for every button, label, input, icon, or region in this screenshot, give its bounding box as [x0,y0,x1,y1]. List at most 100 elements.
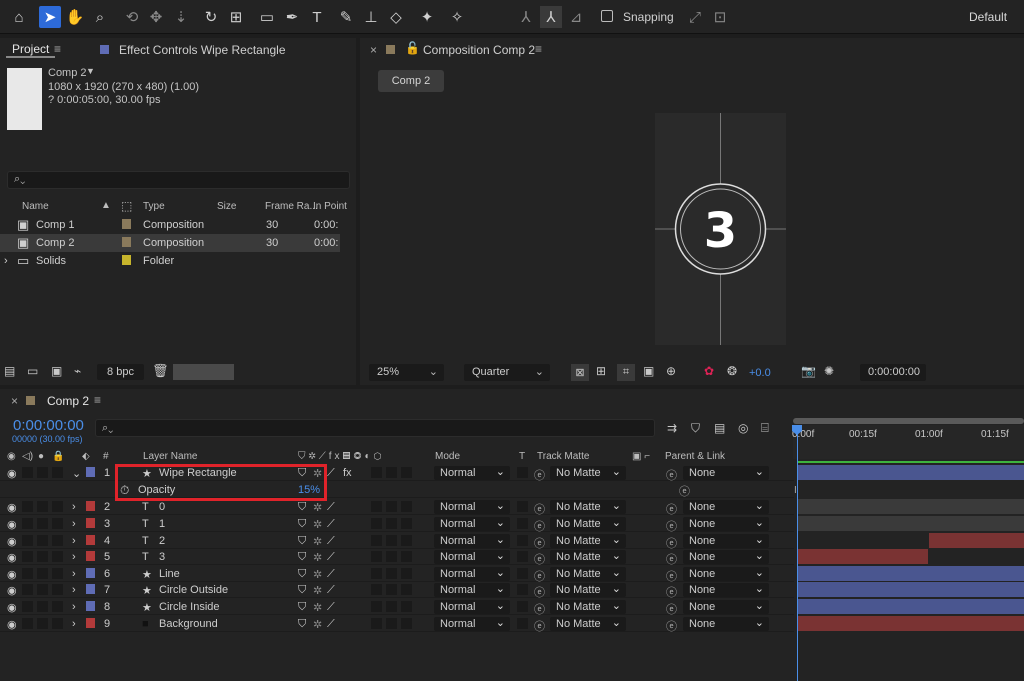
region-of-interest-icon[interactable]: ⌗ [617,364,635,381]
project-item[interactable]: ▣ Comp 1 Composition 30 0:00: [0,216,340,234]
layer-label-color[interactable] [86,601,95,611]
new-composition-icon[interactable]: ▣ [51,364,62,378]
lock-toggle[interactable] [52,568,63,579]
snap-features-icon[interactable]: ⊡ [709,6,731,28]
parent-pickwhip-icon[interactable]: ⓔ [666,467,677,483]
track-matte-dropdown[interactable]: No Matte ⌄ [550,517,626,531]
layer-label-color[interactable] [86,568,95,578]
close-tab-icon[interactable]: × [11,394,18,408]
new-folder-icon[interactable]: ▭ [27,364,38,378]
home-icon[interactable]: ⌂ [8,6,30,28]
preserve-transparency-box[interactable] [517,551,528,562]
shy-switch-icon[interactable]: ⛉ [298,501,306,514]
parent-dropdown[interactable]: None ⌄ [683,617,769,631]
shy-switch-icon[interactable]: ⛉ [298,584,306,597]
parent-dropdown[interactable]: None ⌄ [683,583,769,597]
layer-label-color[interactable] [86,535,95,545]
shy-switch-icon[interactable]: ⛉ [298,551,306,564]
mode-dropdown[interactable]: Normal ⌄ [434,500,510,514]
layer-label-color[interactable] [86,518,95,528]
lock-toggle[interactable] [52,518,63,529]
layer-duration-bar[interactable] [797,582,1024,597]
switch-box[interactable] [401,551,412,562]
parent-dropdown[interactable]: None ⌄ [683,500,769,514]
quality-switch-icon[interactable]: ⟋ [327,518,335,531]
timeline-search-input[interactable]: ⌕⌄ [95,419,655,437]
chevron-right-icon[interactable]: › [72,518,76,530]
parent-pickwhip-icon[interactable]: ⓔ [666,551,677,567]
col-size[interactable]: Size [217,201,236,212]
collapse-switch-icon[interactable]: ✲ [313,535,322,548]
audio-toggle[interactable] [22,535,33,546]
tab-composition[interactable]: Composition Comp 2 [423,43,535,57]
mask-visibility-icon[interactable]: ▣ [643,364,654,378]
roto-brush-tool-icon[interactable]: ✦ [416,6,438,28]
switch-box[interactable] [386,551,397,562]
eye-icon[interactable]: ◉ [7,601,17,614]
solo-toggle[interactable] [37,551,48,562]
switch-box[interactable] [371,618,382,629]
parent-pickwhip-icon[interactable]: ⓔ [666,618,677,634]
channels-icon[interactable]: ✿ [704,364,714,378]
frame-blending-icon[interactable]: ▤ [714,421,725,435]
quality-switch-icon[interactable]: ⟋ [327,584,335,597]
layer-name[interactable]: 1 [159,518,165,530]
fx-icon[interactable]: fx [343,467,352,479]
project-scrollbar[interactable] [173,364,234,380]
pickwhip-icon[interactable]: ⓔ [534,467,545,483]
chevron-right-icon[interactable]: › [72,601,76,613]
chevron-right-icon[interactable]: › [72,551,76,563]
eye-icon[interactable]: ◉ [7,501,17,514]
chevron-right-icon[interactable]: › [72,535,76,547]
switch-box[interactable] [371,584,382,595]
interpret-footage-icon[interactable]: ▤ [4,364,15,378]
solo-toggle[interactable] [37,518,48,529]
lock-toggle[interactable] [52,467,63,478]
lock-toggle[interactable] [52,551,63,562]
pen-tool-icon[interactable]: ✒ [281,6,303,28]
eye-icon[interactable]: ◉ [7,518,17,531]
current-timecode[interactable]: 0:00:00:00 [13,417,84,434]
parent-pickwhip-icon[interactable]: ⓔ [666,501,677,517]
audio-toggle[interactable] [22,584,33,595]
guides-icon[interactable]: ⊕ [666,364,676,378]
label-color-swatch[interactable] [122,219,131,229]
axis-world-icon[interactable]: ⅄ [540,6,562,28]
switch-box[interactable] [371,535,382,546]
preserve-transparency-box[interactable] [517,584,528,595]
col-frame-rate[interactable]: Frame Ra... [265,201,318,212]
viewer-timecode[interactable]: 0:00:00:00 [860,364,926,381]
preserve-transparency-box[interactable] [517,601,528,612]
audio-toggle[interactable] [22,551,33,562]
label-col-icon[interactable]: ⬚ [121,199,132,213]
layer-row[interactable]: ◉ › 7 ★ Circle Outside ⛉ ✲ ⟋ Normal ⌄ ⓔ No Matte ⌄ ⓔ N… [0,582,794,600]
puppet-pin-tool-icon[interactable]: ✧ [446,6,468,28]
layer-row[interactable]: ◉ › 2 T 0 ⛉ ✲ ⟋ Normal ⌄ ⓔ No Matte ⌄ ⓔ None ⌄ [0,499,794,517]
layer-duration-bar[interactable] [797,616,1024,631]
pickwhip-icon[interactable]: ⓔ [534,584,545,600]
workspace-default[interactable]: Default [969,10,1007,24]
layer-name[interactable]: 2 [159,535,165,547]
switch-box[interactable] [401,618,412,629]
timeline-menu-icon[interactable]: ≡ [94,393,101,407]
layer-label-color[interactable] [86,618,95,628]
snapping-checkbox[interactable] [601,10,613,22]
parent-pickwhip-icon[interactable]: ⓔ [666,601,677,617]
snap-edges-icon[interactable]: ⤢ [684,6,706,28]
quality-switch-icon[interactable]: ⟋ [327,467,335,480]
chevron-down-icon[interactable]: ⌄ [72,467,81,480]
switch-box[interactable] [401,518,412,529]
label-color-swatch[interactable] [122,255,131,265]
eye-icon[interactable]: ◉ [7,467,17,480]
shy-switch-icon[interactable]: ⛉ [298,518,306,531]
shy-switch-icon[interactable]: ⛉ [298,618,306,631]
audio-toggle[interactable] [22,467,33,478]
track-matte-dropdown[interactable]: No Matte ⌄ [550,550,626,564]
switch-box[interactable] [386,535,397,546]
solo-toggle[interactable] [37,501,48,512]
eraser-tool-icon[interactable]: ◇ [385,6,407,28]
switch-box[interactable] [401,501,412,512]
track-matte-dropdown[interactable]: No Matte ⌄ [550,617,626,631]
pickwhip-icon[interactable]: ⓔ [534,618,545,634]
switch-box[interactable] [386,568,397,579]
